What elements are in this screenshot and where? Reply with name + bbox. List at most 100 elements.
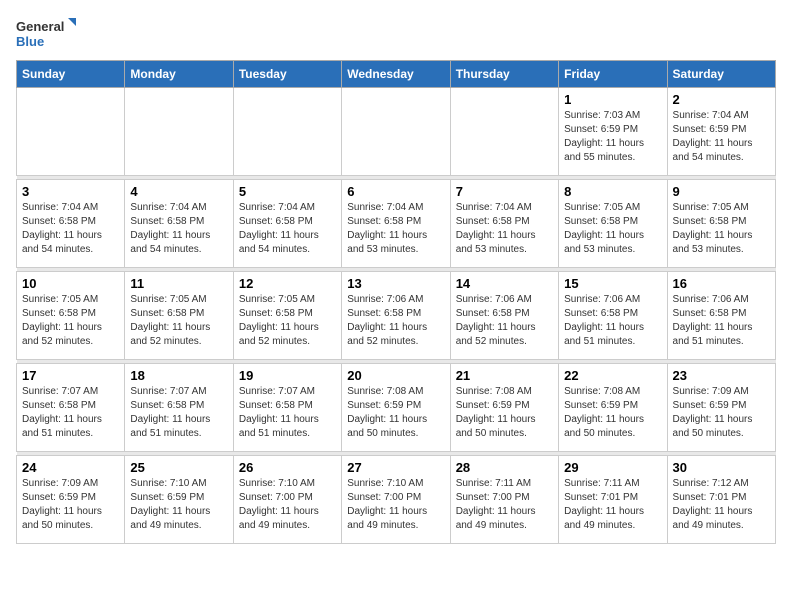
day-info: Sunrise: 7:03 AMSunset: 6:59 PMDaylight:… xyxy=(564,109,661,165)
day-info: Sunrise: 7:08 AMSunset: 6:59 PMDaylight:… xyxy=(347,385,444,441)
calendar-cell: 6 Sunrise: 7:04 AMSunset: 6:58 PMDaylight… xyxy=(342,180,450,268)
day-info: Sunrise: 7:08 AMSunset: 6:59 PMDaylight:… xyxy=(564,385,661,441)
day-number: 19 xyxy=(239,368,336,383)
weekday-header-wednesday: Wednesday xyxy=(342,61,450,88)
day-info: Sunrise: 7:04 AMSunset: 6:58 PMDaylight:… xyxy=(22,201,119,257)
calendar-cell: 15 Sunrise: 7:06 AMSunset: 6:58 PMDayligh… xyxy=(559,272,667,360)
calendar-cell: 17 Sunrise: 7:07 AMSunset: 6:58 PMDayligh… xyxy=(17,364,125,452)
calendar-week-row: 10 Sunrise: 7:05 AMSunset: 6:58 PMDayligh… xyxy=(17,272,776,360)
calendar-cell: 9 Sunrise: 7:05 AMSunset: 6:58 PMDaylight… xyxy=(667,180,775,268)
day-info: Sunrise: 7:05 AMSunset: 6:58 PMDaylight:… xyxy=(130,293,227,349)
calendar-cell: 12Sunrise: 7:05 AMSunset: 6:58 PMDayligh… xyxy=(233,272,341,360)
day-number: 8 xyxy=(564,184,661,199)
day-info: Sunrise: 7:07 AMSunset: 6:58 PMDaylight:… xyxy=(130,385,227,441)
calendar-cell: 4Sunrise: 7:04 AMSunset: 6:58 PMDaylight… xyxy=(125,180,233,268)
day-info: Sunrise: 7:06 AMSunset: 6:58 PMDaylight:… xyxy=(456,293,553,349)
logo: General Blue xyxy=(16,16,76,52)
calendar-week-row: 24Sunrise: 7:09 AMSunset: 6:59 PMDayligh… xyxy=(17,456,776,544)
calendar-cell xyxy=(342,88,450,176)
calendar-cell: 26Sunrise: 7:10 AMSunset: 7:00 PMDayligh… xyxy=(233,456,341,544)
calendar-cell: 14 Sunrise: 7:06 AMSunset: 6:58 PMDayligh… xyxy=(450,272,558,360)
day-info: Sunrise: 7:07 AMSunset: 6:58 PMDaylight:… xyxy=(22,385,119,441)
day-info: Sunrise: 7:10 AMSunset: 6:59 PMDaylight:… xyxy=(130,477,227,533)
calendar-cell: 21Sunrise: 7:08 AMSunset: 6:59 PMDayligh… xyxy=(450,364,558,452)
day-info: Sunrise: 7:09 AMSunset: 6:59 PMDaylight:… xyxy=(673,385,770,441)
day-info: Sunrise: 7:06 AMSunset: 6:58 PMDaylight:… xyxy=(564,293,661,349)
calendar-cell xyxy=(125,88,233,176)
day-info: Sunrise: 7:05 AMSunset: 6:58 PMDaylight:… xyxy=(673,201,770,257)
calendar-cell xyxy=(17,88,125,176)
day-number: 30 xyxy=(673,460,770,475)
calendar-cell: 16 Sunrise: 7:06 AMSunset: 6:58 PMDayligh… xyxy=(667,272,775,360)
day-number: 15 xyxy=(564,276,661,291)
calendar-cell: 25 Sunrise: 7:10 AMSunset: 6:59 PMDayligh… xyxy=(125,456,233,544)
day-number: 10 xyxy=(22,276,119,291)
calendar-cell: 30 Sunrise: 7:12 AMSunset: 7:01 PMDayligh… xyxy=(667,456,775,544)
calendar-cell xyxy=(450,88,558,176)
day-number: 26 xyxy=(239,460,336,475)
day-info: Sunrise: 7:07 AMSunset: 6:58 PMDaylight:… xyxy=(239,385,336,441)
day-info: Sunrise: 7:12 AMSunset: 7:01 PMDaylight:… xyxy=(673,477,770,533)
day-number: 13 xyxy=(347,276,444,291)
calendar-cell: 7 Sunrise: 7:04 AMSunset: 6:58 PMDaylight… xyxy=(450,180,558,268)
day-number: 27 xyxy=(347,460,444,475)
calendar-cell: 29 Sunrise: 7:11 AMSunset: 7:01 PMDayligh… xyxy=(559,456,667,544)
calendar-cell: 3 Sunrise: 7:04 AMSunset: 6:58 PMDaylight… xyxy=(17,180,125,268)
day-number: 6 xyxy=(347,184,444,199)
calendar-cell: 13Sunrise: 7:06 AMSunset: 6:58 PMDayligh… xyxy=(342,272,450,360)
logo-svg: General Blue xyxy=(16,16,76,52)
calendar-week-row: 3 Sunrise: 7:04 AMSunset: 6:58 PMDaylight… xyxy=(17,180,776,268)
calendar-cell: 18 Sunrise: 7:07 AMSunset: 6:58 PMDayligh… xyxy=(125,364,233,452)
calendar-week-row: 17 Sunrise: 7:07 AMSunset: 6:58 PMDayligh… xyxy=(17,364,776,452)
day-number: 14 xyxy=(456,276,553,291)
day-number: 12 xyxy=(239,276,336,291)
day-number: 2 xyxy=(673,92,770,107)
day-info: Sunrise: 7:04 AMSunset: 6:58 PMDaylight:… xyxy=(347,201,444,257)
weekday-header-thursday: Thursday xyxy=(450,61,558,88)
day-info: Sunrise: 7:10 AMSunset: 7:00 PMDaylight:… xyxy=(347,477,444,533)
weekday-header-tuesday: Tuesday xyxy=(233,61,341,88)
calendar-table: SundayMondayTuesdayWednesdayThursdayFrid… xyxy=(16,60,776,544)
day-number: 23 xyxy=(673,368,770,383)
day-number: 22 xyxy=(564,368,661,383)
day-info: Sunrise: 7:04 AMSunset: 6:59 PMDaylight:… xyxy=(673,109,770,165)
day-info: Sunrise: 7:04 AMSunset: 6:58 PMDaylight:… xyxy=(456,201,553,257)
day-number: 24 xyxy=(22,460,119,475)
weekday-header-sunday: Sunday xyxy=(17,61,125,88)
svg-text:General: General xyxy=(16,19,64,34)
calendar-cell: 22 Sunrise: 7:08 AMSunset: 6:59 PMDayligh… xyxy=(559,364,667,452)
calendar-cell: 2 Sunrise: 7:04 AMSunset: 6:59 PMDaylight… xyxy=(667,88,775,176)
weekday-header-friday: Friday xyxy=(559,61,667,88)
calendar-cell: 20Sunrise: 7:08 AMSunset: 6:59 PMDayligh… xyxy=(342,364,450,452)
day-number: 17 xyxy=(22,368,119,383)
day-info: Sunrise: 7:05 AMSunset: 6:58 PMDaylight:… xyxy=(22,293,119,349)
calendar-cell: 5 Sunrise: 7:04 AMSunset: 6:58 PMDaylight… xyxy=(233,180,341,268)
calendar-cell: 11Sunrise: 7:05 AMSunset: 6:58 PMDayligh… xyxy=(125,272,233,360)
weekday-header-monday: Monday xyxy=(125,61,233,88)
day-info: Sunrise: 7:11 AMSunset: 7:01 PMDaylight:… xyxy=(564,477,661,533)
calendar-cell: 27 Sunrise: 7:10 AMSunset: 7:00 PMDayligh… xyxy=(342,456,450,544)
calendar-cell: 10 Sunrise: 7:05 AMSunset: 6:58 PMDayligh… xyxy=(17,272,125,360)
day-number: 5 xyxy=(239,184,336,199)
calendar-cell: 24Sunrise: 7:09 AMSunset: 6:59 PMDayligh… xyxy=(17,456,125,544)
day-number: 25 xyxy=(130,460,227,475)
day-number: 1 xyxy=(564,92,661,107)
day-number: 29 xyxy=(564,460,661,475)
day-number: 7 xyxy=(456,184,553,199)
calendar-week-row: 1 Sunrise: 7:03 AMSunset: 6:59 PMDaylight… xyxy=(17,88,776,176)
day-info: Sunrise: 7:11 AMSunset: 7:00 PMDaylight:… xyxy=(456,477,553,533)
calendar-cell: 8 Sunrise: 7:05 AMSunset: 6:58 PMDaylight… xyxy=(559,180,667,268)
day-number: 9 xyxy=(673,184,770,199)
day-info: Sunrise: 7:04 AMSunset: 6:58 PMDaylight:… xyxy=(130,201,227,257)
day-number: 21 xyxy=(456,368,553,383)
day-info: Sunrise: 7:04 AMSunset: 6:58 PMDaylight:… xyxy=(239,201,336,257)
day-info: Sunrise: 7:05 AMSunset: 6:58 PMDaylight:… xyxy=(564,201,661,257)
day-number: 18 xyxy=(130,368,227,383)
calendar-cell: 23 Sunrise: 7:09 AMSunset: 6:59 PMDayligh… xyxy=(667,364,775,452)
weekday-header-row: SundayMondayTuesdayWednesdayThursdayFrid… xyxy=(17,61,776,88)
weekday-header-saturday: Saturday xyxy=(667,61,775,88)
day-number: 16 xyxy=(673,276,770,291)
day-number: 3 xyxy=(22,184,119,199)
calendar-cell: 19 Sunrise: 7:07 AMSunset: 6:58 PMDayligh… xyxy=(233,364,341,452)
day-info: Sunrise: 7:06 AMSunset: 6:58 PMDaylight:… xyxy=(673,293,770,349)
